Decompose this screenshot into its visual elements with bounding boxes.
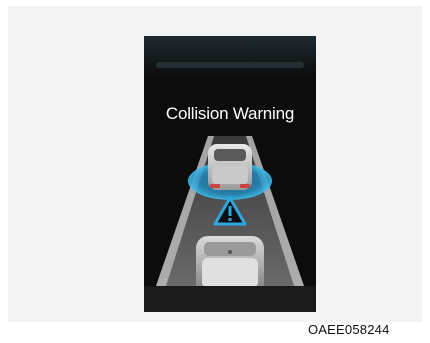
front-vehicle-icon (208, 144, 252, 190)
top-band (144, 36, 316, 76)
collision-warning-message: Collision Warning (165, 104, 295, 123)
display-graphic (144, 36, 316, 312)
cluster-display: Collision Warning (144, 36, 316, 312)
bottom-band (144, 286, 316, 312)
figure-code: OAEE058244 (308, 322, 390, 337)
top-band-highlight (156, 62, 304, 68)
